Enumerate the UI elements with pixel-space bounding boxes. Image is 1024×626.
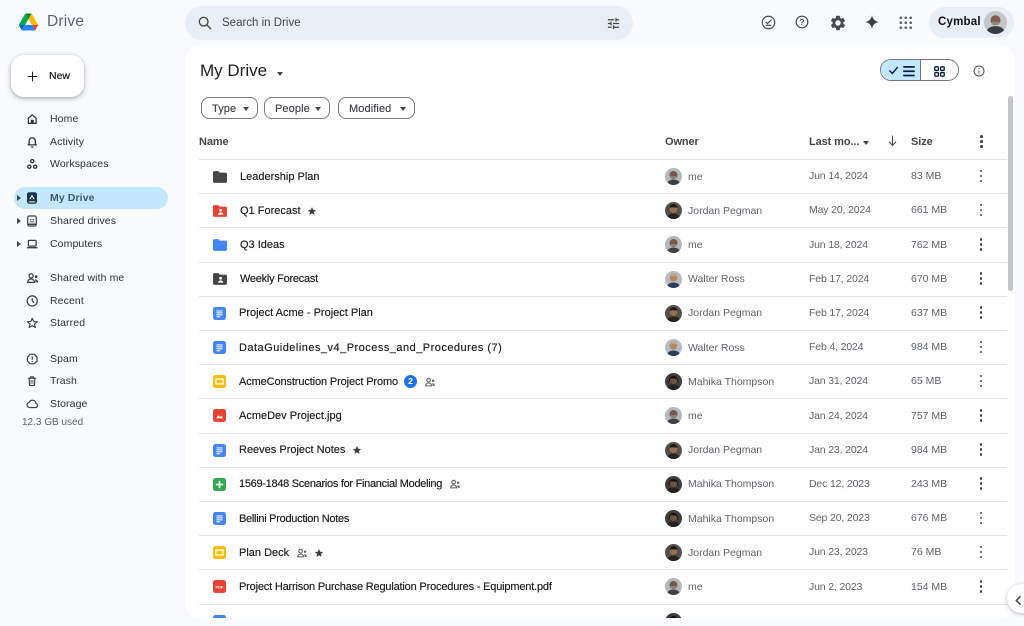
svg-text:PDF: PDF [215, 585, 224, 590]
svg-text:?: ? [799, 17, 804, 27]
